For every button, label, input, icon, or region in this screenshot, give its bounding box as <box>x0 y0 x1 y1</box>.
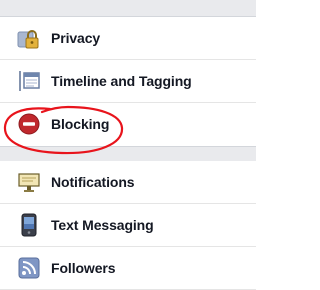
settings-item-label: Notifications <box>51 174 135 190</box>
settings-item-notifications[interactable]: Notifications <box>0 161 256 204</box>
settings-item-followers[interactable]: Followers <box>0 247 256 290</box>
settings-item-label: Privacy <box>51 30 101 46</box>
settings-item-label: Followers <box>51 260 116 276</box>
settings-item-label: Text Messaging <box>51 217 154 233</box>
settings-item-text-messaging[interactable]: Text Messaging <box>0 204 256 247</box>
timeline-icon <box>16 68 42 94</box>
blocking-icon <box>16 111 42 137</box>
section-separator <box>0 146 256 162</box>
lock-icon <box>16 25 42 51</box>
rss-icon <box>16 255 42 281</box>
settings-item-timeline-and-tagging[interactable]: Timeline and Tagging <box>0 60 256 103</box>
settings-item-privacy[interactable]: Privacy <box>0 17 256 60</box>
section-separator-top <box>0 0 256 17</box>
phone-icon <box>16 212 42 238</box>
settings-item-blocking[interactable]: Blocking <box>0 103 256 145</box>
settings-item-label: Timeline and Tagging <box>51 73 192 89</box>
settings-item-label: Blocking <box>51 116 110 132</box>
notifications-icon <box>16 169 42 195</box>
